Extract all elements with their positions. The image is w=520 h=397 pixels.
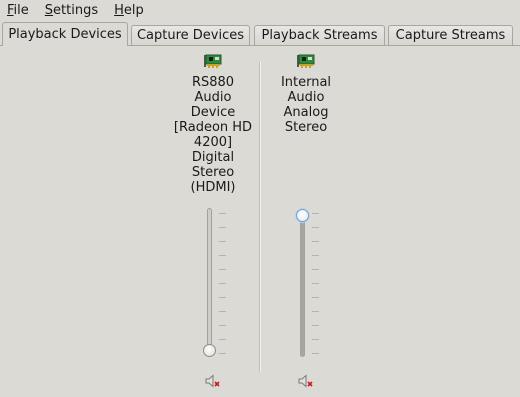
volume-tick [312, 255, 319, 256]
volume-tick [312, 339, 319, 340]
volume-tick-marks [312, 213, 319, 354]
device-name-line: Audio [194, 90, 232, 105]
device-name-line: [Radeon HD [173, 120, 253, 135]
tab-playback-streams[interactable]: Playback Streams [254, 25, 385, 45]
device-name-line: Stereo [284, 120, 328, 135]
tab-capture-streams[interactable]: Capture Streams [388, 25, 513, 45]
speaker-muted-icon[interactable] [204, 373, 220, 389]
menu-help-label: elp [123, 3, 144, 18]
device-name-line: Internal [280, 75, 332, 90]
volume-tick [312, 241, 319, 242]
volume-tick [219, 227, 226, 228]
device-name-line: Analog [283, 105, 329, 120]
volume-tick [219, 339, 226, 340]
volume-tick [219, 283, 226, 284]
device-name-line: Device [190, 105, 236, 120]
volume-tick [312, 269, 319, 270]
volume-tick [312, 283, 319, 284]
device-name-line: (HDMI) [190, 180, 236, 195]
volume-slider-fill [301, 210, 304, 356]
playback-devices-panel: RS880 Audio Device [Radeon HD 4200] Digi… [0, 46, 520, 397]
device-name: RS880 Audio Device [Radeon HD 4200] Digi… [160, 75, 266, 195]
device-name: Internal Audio Analog Stereo [262, 75, 350, 135]
volume-tick [219, 255, 226, 256]
volume-tick [219, 325, 226, 326]
speaker-muted-icon[interactable] [297, 373, 313, 389]
volume-tick [219, 353, 226, 354]
volume-tick [312, 227, 319, 228]
menu-file-label: ile [13, 3, 29, 18]
menu-settings-mnemonic: S [44, 3, 54, 18]
volume-tick [312, 213, 319, 214]
volume-tick [312, 353, 319, 354]
volume-tick [219, 311, 226, 312]
tab-playback-devices[interactable]: Playback Devices [2, 22, 128, 46]
volume-slider-handle[interactable] [203, 344, 216, 357]
device-name-line: Digital [191, 150, 235, 165]
volume-tick [312, 325, 319, 326]
volume-tick [312, 297, 319, 298]
menu-settings-label: ettings [53, 3, 99, 18]
volume-tick [219, 297, 226, 298]
tab-capture-devices[interactable]: Capture Devices [131, 25, 250, 45]
menubar: File Settings Help [0, 0, 520, 22]
sound-card-icon [204, 54, 222, 68]
volume-slider-track[interactable] [207, 208, 212, 356]
sound-card-icon [297, 54, 315, 68]
volume-tick [219, 213, 226, 214]
tab-bar: Playback Devices Capture Devices Playbac… [0, 22, 520, 46]
device-name-line: 4200] [193, 135, 233, 150]
device-name-line: RS880 [191, 75, 235, 90]
menu-help-mnemonic: H [114, 3, 124, 18]
menu-file[interactable]: File [0, 0, 37, 22]
volume-tick [312, 311, 319, 312]
volume-slider-track[interactable] [300, 209, 305, 357]
volume-tick-marks [219, 213, 226, 354]
device-name-line: Stereo [191, 165, 235, 180]
volume-slider-handle[interactable] [296, 209, 309, 222]
volume-tick [219, 269, 226, 270]
device-name-line: Audio [287, 90, 325, 105]
menu-help[interactable]: Help [106, 0, 152, 22]
volume-tick [219, 241, 226, 242]
menu-settings[interactable]: Settings [37, 0, 106, 22]
column-separator [259, 62, 261, 372]
